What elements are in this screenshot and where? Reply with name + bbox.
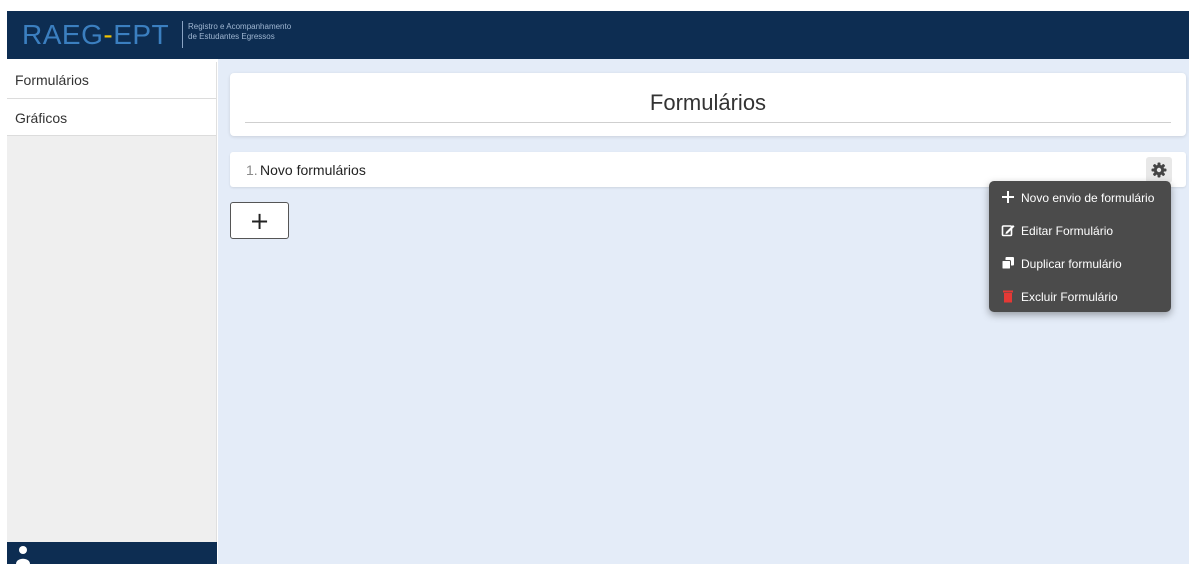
form-name[interactable]: Novo formulários	[260, 162, 366, 178]
copy-icon	[1001, 257, 1014, 270]
menu-item-label: Duplicar formulário	[1021, 257, 1122, 271]
form-context-menu: Novo envio de formulário Editar Formulár…	[989, 181, 1171, 312]
logo-dash: -	[103, 19, 114, 50]
add-form-label: +	[249, 207, 270, 235]
edit-icon	[1001, 225, 1015, 237]
page-title: Formulários	[649, 90, 767, 115]
title-card: Formulários	[230, 73, 1186, 136]
menu-item-delete-form[interactable]: Excluir Formulário	[989, 282, 1171, 310]
gear-icon	[1151, 162, 1167, 178]
form-settings-button[interactable]	[1146, 157, 1172, 183]
menu-item-label: Editar Formulário	[1021, 224, 1114, 238]
logo-text-raeg: RAEG	[22, 19, 104, 50]
logo-divider	[182, 21, 183, 48]
menu-item-edit-form[interactable]: Editar Formulário	[989, 216, 1171, 244]
sidebar: Formulários Gráficos	[7, 62, 217, 564]
trash-icon	[1003, 290, 1013, 303]
app-subtitle: Registro e Acompanhamento de Estudantes …	[188, 22, 291, 42]
menu-item-new-submission[interactable]: Novo envio de formulário	[989, 183, 1171, 211]
title-divider	[245, 122, 1171, 123]
logo-text-ept: EPT	[113, 19, 170, 50]
sidebar-item-formularios[interactable]: Formulários	[7, 62, 216, 99]
form-index: 1.	[246, 162, 258, 178]
menu-item-label: Novo envio de formulário	[1021, 191, 1155, 205]
subtitle-line-2: de Estudantes Egressos	[188, 32, 275, 41]
plus-icon	[1002, 191, 1014, 203]
top-header: RAEG-EPT Registro e Acompanhamento de Es…	[7, 11, 1189, 59]
subtitle-line-1: Registro e Acompanhamento	[188, 22, 292, 31]
user-icon[interactable]	[16, 545, 30, 564]
sidebar-item-graficos[interactable]: Gráficos	[7, 99, 216, 136]
menu-item-duplicate-form[interactable]: Duplicar formulário	[989, 249, 1171, 277]
user-bar	[7, 542, 217, 564]
app-logo[interactable]: RAEG-EPT	[22, 19, 169, 51]
add-form-button[interactable]: +	[230, 202, 289, 239]
menu-item-label: Excluir Formulário	[1021, 290, 1118, 304]
